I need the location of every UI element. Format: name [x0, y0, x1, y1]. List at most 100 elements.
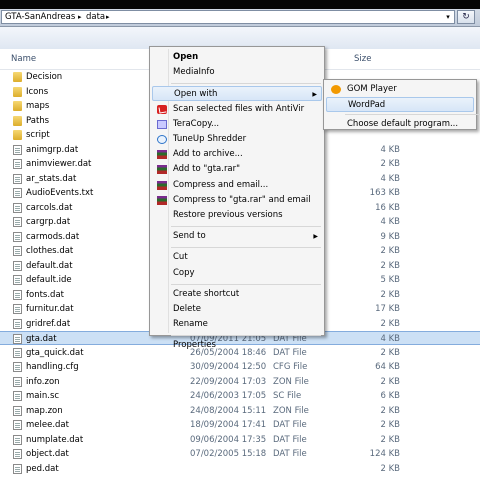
menu-item-label: TeraCopy... [173, 118, 220, 129]
menu-item-label: Compress and email... [173, 179, 269, 190]
file-row[interactable]: map.zon 24/08/2004 15:11 ZON File 2 KB [0, 404, 480, 418]
menu-item-compress-to-gta-rar-and-email[interactable]: Compress to "gta.rar" and email [152, 193, 322, 208]
file-size: 163 KB [369, 188, 400, 198]
file-icon [13, 420, 22, 430]
menu-item-choose-default-program[interactable]: Choose default program... [326, 117, 474, 132]
file-date: 24/06/2003 17:05 [190, 391, 267, 401]
file-size: 4 KB [380, 173, 400, 184]
file-icon [13, 362, 22, 372]
menu-item-send-to[interactable]: Send to ▶ [152, 229, 322, 244]
file-name: gridref.dat [26, 318, 71, 329]
file-size: 2 KB [380, 405, 400, 416]
menu-separator [171, 83, 321, 85]
file-icon [13, 434, 22, 445]
file-date: 30/09/2004 12:50 [190, 362, 267, 372]
file-size: 2 KB [380, 347, 400, 358]
menu-item-scan-selected-files-with-antivir[interactable]: Scan selected files with AntiVir [152, 102, 322, 117]
menu-item-label: GOM Player [347, 84, 397, 94]
tera-icon [157, 119, 167, 129]
file-row[interactable]: ped.dat 2 KB [0, 462, 480, 476]
file-name: cargrp.dat [26, 217, 71, 227]
menu-item-properties[interactable]: Properties [152, 338, 322, 353]
file-row[interactable]: info.zon 22/09/2004 17:03 ZON File 2 KB [0, 375, 480, 389]
file-size: 2 KB [380, 260, 400, 271]
folder-icon [13, 86, 22, 97]
address-dropdown-icon[interactable]: ▾ [442, 11, 454, 23]
file-date: 24/08/2004 15:11 [190, 405, 267, 416]
file-type: DAT File [273, 434, 307, 445]
file-size: 2 KB [380, 159, 400, 169]
address-field[interactable]: GTA-SanAndreas ▸ data ▸ ▾ [1, 10, 455, 24]
menu-item-label: Restore previous versions [173, 210, 283, 220]
file-name: default.ide [26, 275, 72, 285]
file-date: 09/06/2004 17:35 [190, 434, 267, 445]
file-name: carcols.dat [26, 202, 73, 213]
file-icon [13, 188, 22, 198]
column-size[interactable]: Size [354, 54, 371, 64]
menu-item-teracopy[interactable]: TeraCopy... [152, 117, 322, 132]
breadcrumb-separator-icon[interactable]: ▸ [106, 12, 110, 23]
menu-item-label: Properties [173, 340, 216, 351]
breadcrumb-separator-icon[interactable]: ▸ [78, 12, 82, 23]
menu-item-open-with[interactable]: Open with ▶ [152, 86, 322, 102]
file-icon [13, 376, 22, 387]
menu-item-tuneup-shredder[interactable]: TuneUp Shredder [152, 132, 322, 147]
file-name: animgrp.dat [26, 144, 79, 155]
menu-item-add-to-archive[interactable]: Add to archive... [152, 147, 322, 162]
file-size: 64 KB [375, 362, 400, 372]
file-icon [13, 144, 22, 155]
menu-item-add-to-gta-rar[interactable]: Add to "gta.rar" [152, 162, 322, 177]
file-icon [13, 173, 22, 184]
file-icon [13, 318, 22, 329]
menu-item-restore-previous-versions[interactable]: Restore previous versions [152, 208, 322, 223]
file-size: 6 KB [380, 391, 400, 401]
file-name: object.dat [26, 449, 69, 459]
menu-item-open[interactable]: Open [152, 50, 322, 65]
file-date: 07/02/2005 15:18 [190, 449, 267, 459]
file-size: 2 KB [380, 434, 400, 445]
menu-item-cut[interactable]: Cut [152, 250, 322, 265]
file-name: furnitur.dat [26, 304, 74, 314]
menu-item-label: Delete [173, 304, 201, 314]
column-name[interactable]: Name [11, 54, 36, 64]
menu-item-mediainfo[interactable]: MediaInfo [152, 65, 322, 80]
file-row[interactable]: numplate.dat 09/06/2004 17:35 DAT File 2 KB [0, 433, 480, 447]
file-type: CFG File [273, 362, 308, 372]
menu-item-label: Scan selected files with AntiVir [173, 103, 305, 114]
file-name: ar_stats.dat [26, 173, 77, 184]
menu-item-create-shortcut[interactable]: Create shortcut [152, 287, 322, 302]
menu-item-compress-and-email[interactable]: Compress and email... [152, 178, 322, 193]
menu-item-copy[interactable]: Copy [152, 266, 322, 281]
menu-separator [171, 247, 321, 249]
submenu-arrow-icon: ▶ [313, 233, 318, 241]
file-icon [13, 391, 22, 401]
menu-item-wordpad[interactable]: WordPad [326, 96, 474, 112]
file-date: 22/09/2004 17:03 [190, 376, 267, 387]
folder-icon [13, 101, 22, 111]
rar-icon [157, 150, 167, 160]
submenu-arrow-icon: ▶ [312, 91, 317, 99]
file-name: AudioEvents.txt [26, 188, 94, 198]
tuneup-icon [157, 135, 167, 144]
breadcrumb-data[interactable]: data [86, 12, 105, 23]
folder-icon [13, 72, 22, 82]
menu-item-rename[interactable]: Rename [152, 317, 322, 332]
menu-item-delete[interactable]: Delete [152, 302, 322, 317]
menu-item-gom-player[interactable]: GOM Player [326, 82, 474, 97]
file-icon [13, 304, 22, 314]
open-with-submenu: GOM Player WordPad Choose default program.… [323, 79, 480, 132]
gom-icon [331, 85, 341, 94]
file-size: 2 KB [380, 289, 400, 300]
menu-separator [171, 283, 321, 285]
file-row[interactable]: handling.cfg 30/09/2004 12:50 CFG File 64 K… [0, 360, 480, 374]
file-size: 2 KB [380, 318, 400, 329]
refresh-button[interactable]: ↻ [457, 10, 475, 24]
file-icon [13, 334, 22, 344]
file-row[interactable]: main.sc 24/06/2003 17:05 SC File 6 KB [0, 389, 480, 403]
file-row[interactable]: melee.dat 18/09/2004 17:41 DAT File 2 KB [0, 418, 480, 432]
file-icon [13, 449, 22, 459]
breadcrumb-gta-sanandreas[interactable]: GTA-SanAndreas [5, 12, 75, 23]
file-row[interactable]: object.dat 07/02/2005 15:18 DAT File 124 KB [0, 447, 480, 461]
file-icon [13, 289, 22, 300]
address-bar: GTA-SanAndreas ▸ data ▸ ▾ ↻ [0, 9, 480, 27]
